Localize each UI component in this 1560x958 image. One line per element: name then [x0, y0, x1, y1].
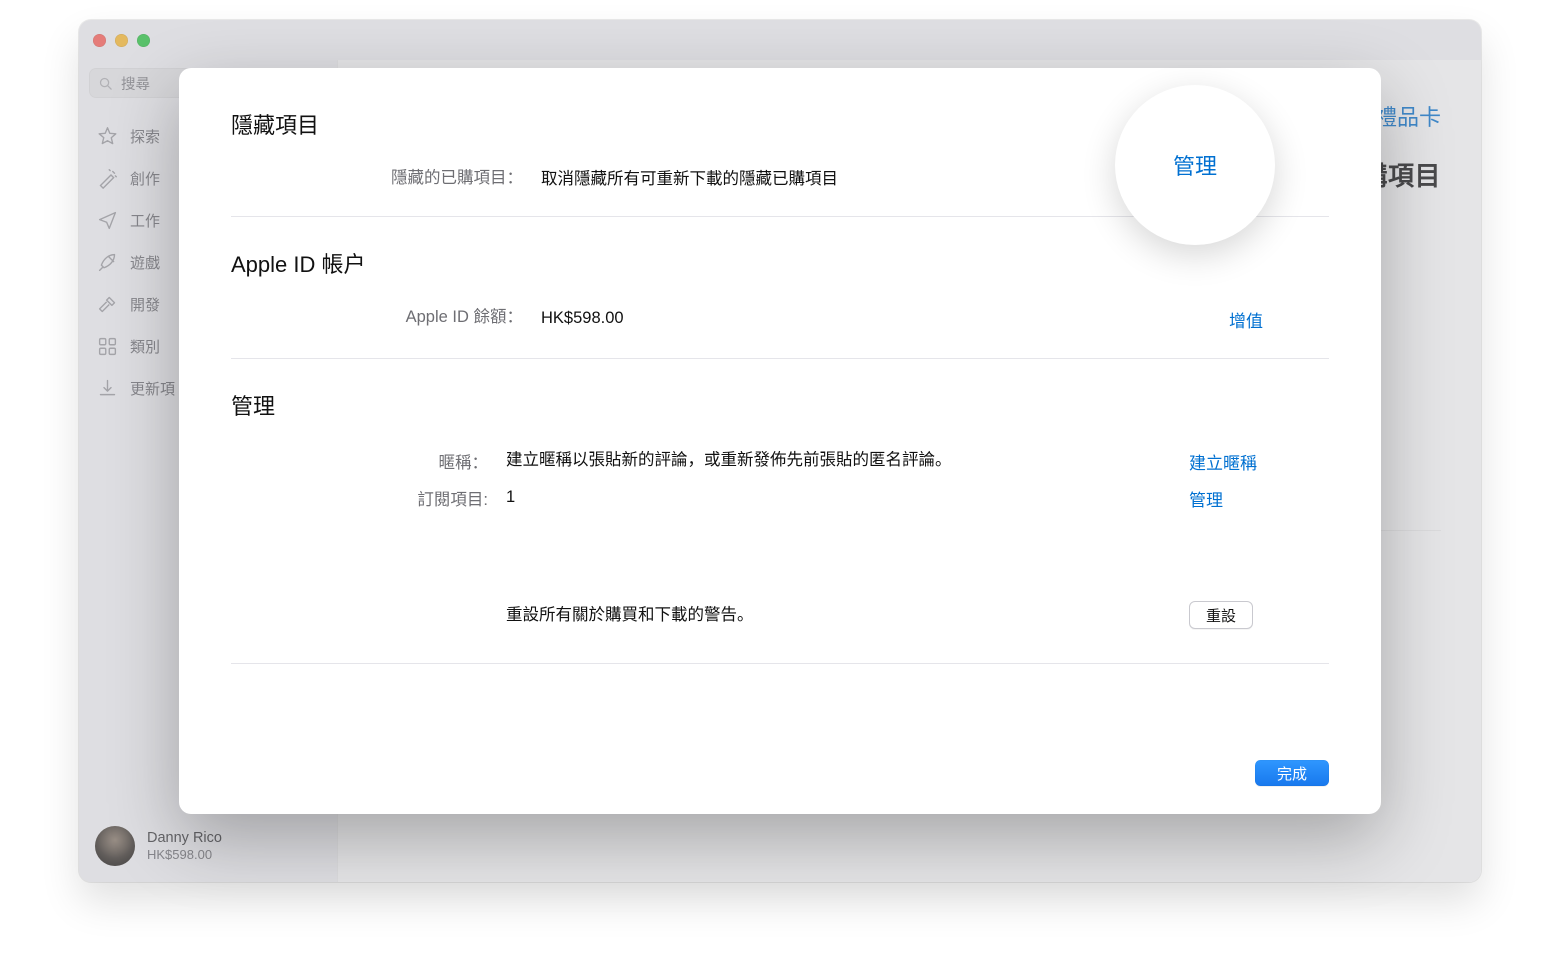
row-label: Apple ID 餘額： [231, 307, 541, 328]
create-nickname-link[interactable]: 建立暱稱 [1189, 454, 1257, 473]
download-icon [97, 378, 118, 399]
row-label: 暱稱： [231, 449, 506, 473]
hammer-icon [97, 294, 118, 315]
modal-footer: 完成 [231, 756, 1329, 786]
sidebar-item-label: 開發 [130, 294, 160, 315]
sidebar-item-label: 工作 [130, 210, 160, 231]
row-apple-id-balance: Apple ID 餘額： HK$598.00 增值 [231, 307, 1329, 332]
row-label: 訂閱項目: [231, 486, 506, 510]
sidebar-item-label: 更新項 [130, 378, 175, 399]
search-icon [98, 76, 113, 91]
row-reset-warnings: 重設所有關於購買和下載的警告。 重設 [231, 601, 1329, 629]
highlight-circle: 管理 [1115, 85, 1275, 245]
avatar [95, 826, 135, 866]
wand-icon [97, 168, 118, 189]
row-subscriptions: 訂閱項目: 1 管理 [231, 486, 1329, 511]
reset-button[interactable]: 重設 [1189, 601, 1253, 629]
row-value: HK$598.00 [541, 307, 1229, 329]
rocket-icon [97, 252, 118, 273]
traffic-light-close[interactable] [93, 34, 106, 47]
divider [231, 663, 1329, 664]
row-label: 隱藏的已購項目： [231, 168, 541, 189]
sidebar-item-label: 探索 [130, 126, 160, 147]
profile-name: Danny Rico [147, 829, 222, 847]
grid-icon [97, 336, 118, 357]
sidebar-profile[interactable]: Danny Rico HK$598.00 [89, 810, 323, 882]
add-funds-link[interactable]: 增值 [1229, 312, 1263, 331]
row-value: 建立暱稱以張貼新的評論，或重新發佈先前張貼的匿名評論。 [506, 449, 1189, 471]
manage-hidden-link[interactable]: 管理 [1173, 149, 1217, 181]
window-titlebar [79, 20, 1481, 60]
section-title-manage: 管理 [231, 389, 1329, 421]
profile-balance: HK$598.00 [147, 847, 222, 863]
row-value: 1 [506, 486, 1189, 508]
sidebar-item-label: 類別 [130, 336, 160, 357]
divider [231, 358, 1329, 359]
reset-warnings-text: 重設所有關於購買和下載的警告。 [506, 604, 1189, 626]
sidebar-item-label: 創作 [130, 168, 160, 189]
sidebar-item-label: 遊戲 [130, 252, 160, 273]
manage-subscriptions-link[interactable]: 管理 [1189, 491, 1223, 510]
search-placeholder: 搜尋 [121, 73, 150, 94]
traffic-light-minimize[interactable] [115, 34, 128, 47]
giftcard-link[interactable]: 禮品卡 [1375, 100, 1441, 132]
traffic-light-zoom[interactable] [137, 34, 150, 47]
paperplane-icon [97, 210, 118, 231]
star-icon [97, 126, 118, 147]
row-nickname: 暱稱： 建立暱稱以張貼新的評論，或重新發佈先前張貼的匿名評論。 建立暱稱 [231, 449, 1329, 474]
done-button[interactable]: 完成 [1255, 760, 1329, 786]
section-title-account: Apple ID 帳户 [231, 247, 1329, 279]
